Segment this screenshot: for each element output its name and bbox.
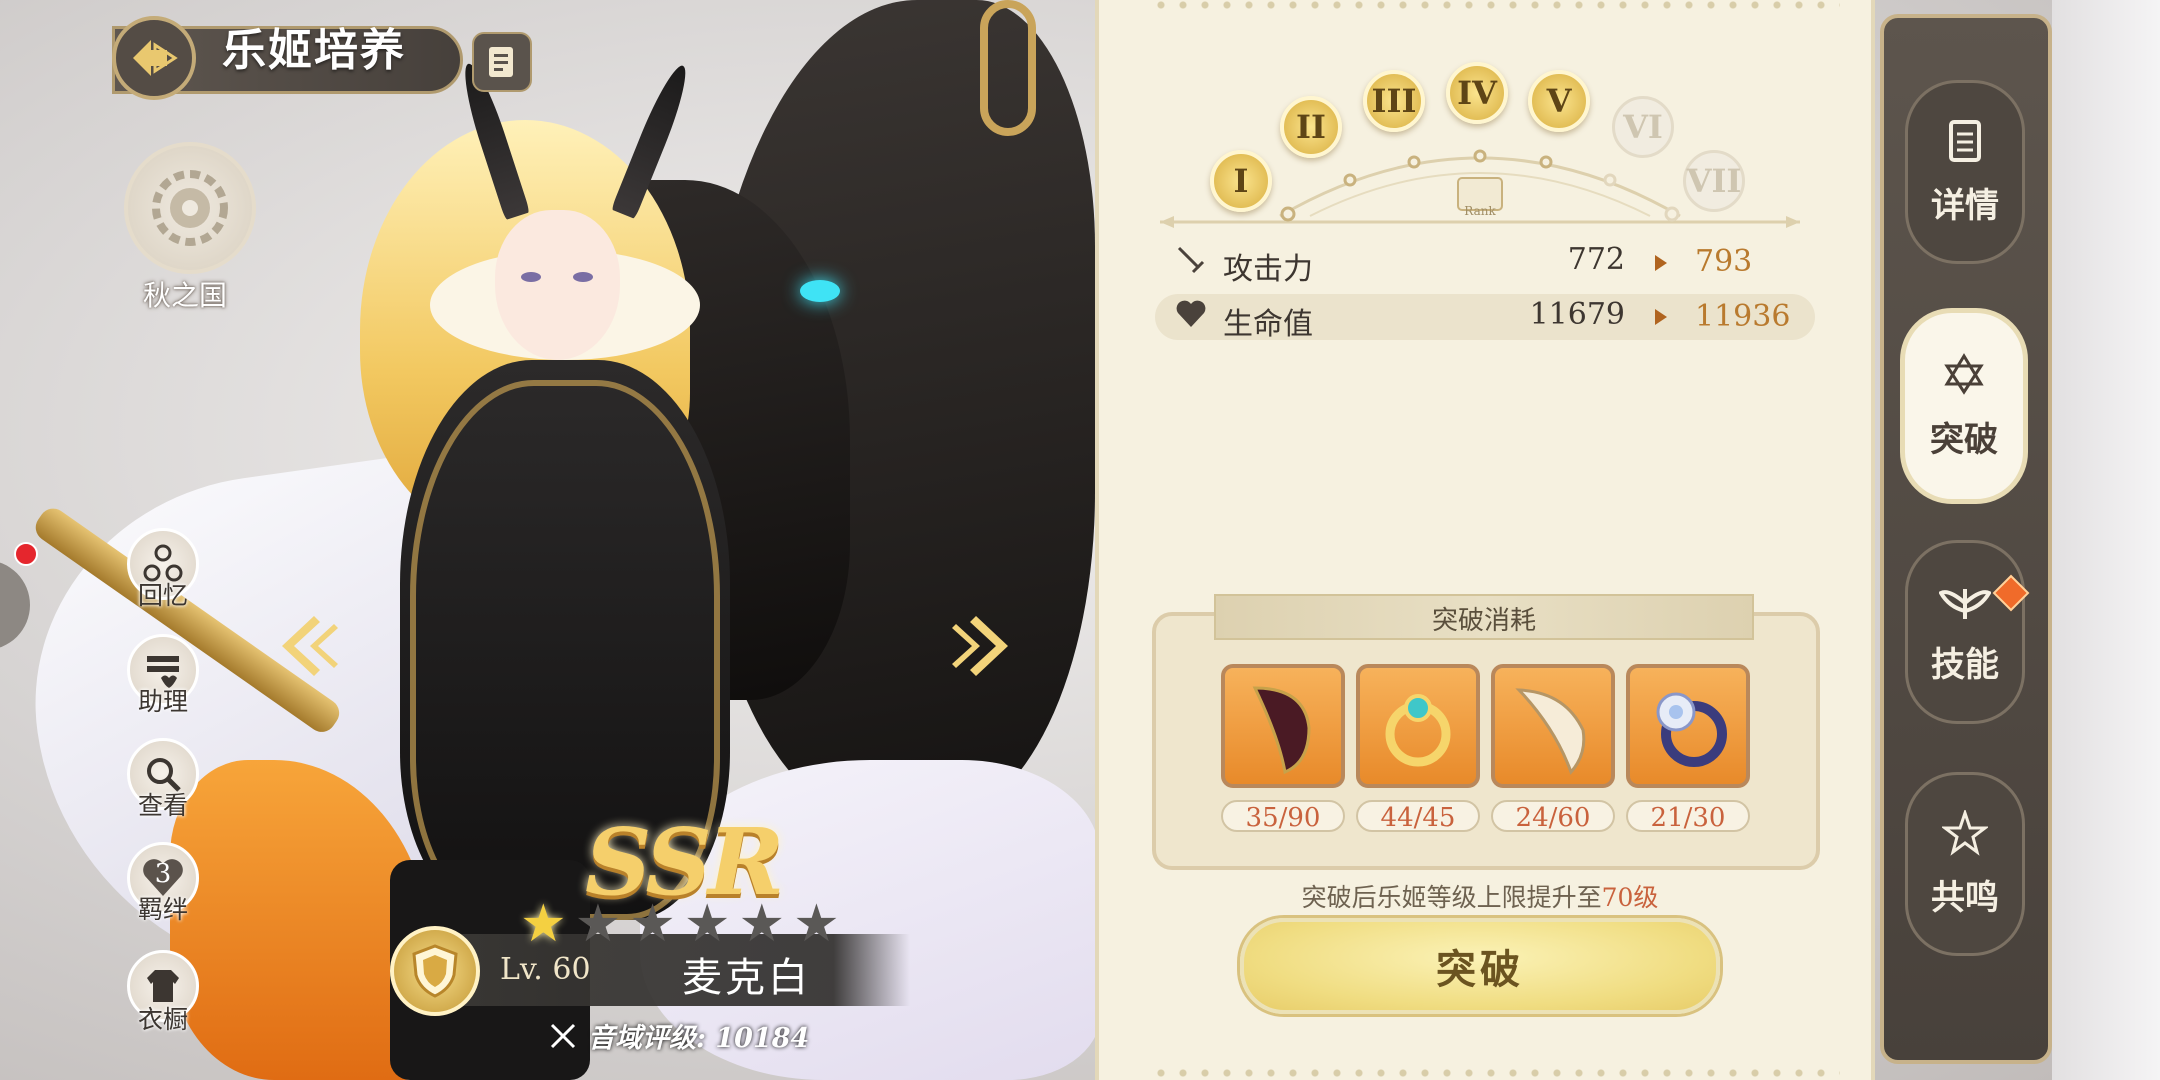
scroll-icon [1949,119,1981,162]
arrow-right-icon [1655,255,1667,271]
tab-label: 突破 [1930,419,1998,460]
stat-row-attack: 攻击力 772 793 [1155,240,1815,287]
stat-row-hp: 生命值 11679 11936 [1155,294,1815,342]
rank-tier-5[interactable]: V [1528,70,1590,132]
rank-label: Rank [1464,204,1496,218]
stat-current-value: 11679 [1529,297,1625,332]
star-empty-icon: ★ [629,894,676,954]
document-icon [489,47,513,77]
side-label-bond: 羁绊 [137,895,188,924]
wings-icon [1939,588,1991,619]
cost-title: 突破消耗 [1431,606,1536,636]
eye [521,272,541,282]
rank-tier-7[interactable]: VII [1683,150,1745,212]
rank-tier-3[interactable]: III [1363,70,1425,132]
side-label-wardrobe: 衣橱 [137,1005,188,1034]
gold-ring-icon [1385,694,1451,767]
character-name: 麦克白 [682,955,811,1001]
gear-clock-icon [152,170,228,246]
notification-dot [14,542,38,566]
rank-tier-6[interactable]: VI [1612,96,1674,158]
faction-emblem[interactable] [124,142,256,274]
steed-glowing-eye [800,280,840,302]
bond-level: 3 [154,859,172,889]
face [495,210,620,360]
note-level-cap: 70级 [1601,883,1659,912]
rank-emblem [390,926,480,1016]
tab-label: 详情 [1931,185,1999,226]
breakthrough-button[interactable]: 突破 [1240,918,1720,1014]
star-empty-icon: ★ [738,894,786,954]
shield-icon [412,944,458,998]
info-note-button[interactable] [472,32,532,92]
tab-breakthrough[interactable]: 突破 [1900,308,2028,504]
star-empty-icon: ★ [793,894,840,954]
star-burst-icon [1942,809,1988,856]
rating-value: 音域评级: 10184 [588,1023,810,1054]
material-count: 21/30 [1626,800,1750,833]
tab-label: 共鸣 [1931,877,1999,918]
gold-ornament [980,0,1036,136]
resonance-rating: 音域评级: 10184 [548,1016,809,1055]
back-arrow-icon [133,40,178,76]
note-prefix: 突破后乐姬等级上限提升至 [1301,883,1602,912]
faction-label: 秋之国 [142,279,227,312]
material-item-flower-ring[interactable] [1626,664,1750,788]
next-character-arrow-icon[interactable] [940,606,1020,686]
stat-next-value: 11936 [1695,299,1791,334]
ivory-fang-icon [1515,688,1586,775]
previous-character-arrow-icon[interactable] [270,606,350,686]
stat-next-value: 793 [1695,244,1753,279]
crossed-swords-icon [550,1023,576,1048]
background-edge [2052,0,2160,1080]
material-count: 24/60 [1491,800,1615,833]
tab-skills[interactable]: 技能 [1905,540,2025,724]
material-count: 44/45 [1356,800,1480,833]
side-label-assistant: 助理 [137,687,188,716]
star-empty-icon: ★ [574,894,622,954]
stat-name: 攻击力 [1223,252,1313,287]
tab-label: 技能 [1931,644,1999,685]
rank-tier-4[interactable]: IV [1446,62,1508,124]
material-item-dark-claw[interactable] [1221,664,1345,788]
panel-top-border [1150,0,1840,10]
eye [573,272,593,282]
rank-tier-2[interactable]: II [1280,96,1342,158]
back-button[interactable] [112,16,196,100]
side-label-memories: 回忆 [137,581,188,610]
stat-name: 生命值 [1223,307,1313,342]
rank-tier-1[interactable]: I [1210,150,1272,212]
side-label-view: 查看 [137,791,188,820]
arrow-right-icon [1655,309,1667,325]
tab-resonance[interactable]: 共鸣 [1905,772,2025,956]
star-filled-icon: ★ [520,894,567,954]
star-rating: ★ ★ ★ ★ ★ ★ [520,898,840,950]
hexagram-icon [1944,352,1984,395]
panel-bottom-border [1150,1068,1840,1078]
stat-current-value: 772 [1567,242,1625,277]
material-item-gold-ring[interactable] [1356,664,1480,788]
star-empty-icon: ★ [683,894,731,954]
tab-details[interactable]: 详情 [1905,80,2025,264]
flower-ring-icon [1656,692,1727,767]
dark-claw-icon [1252,686,1311,775]
page-title: 乐姬培养 [222,25,406,76]
breakthrough-note: 突破后乐姬等级上限提升至70级 [1160,878,1800,914]
heart-icon [1175,299,1207,337]
character-level: Lv. 60 [500,952,591,987]
sword-icon [1175,244,1207,284]
material-item-ivory-fang[interactable] [1491,664,1615,788]
material-count: 35/90 [1221,800,1345,833]
